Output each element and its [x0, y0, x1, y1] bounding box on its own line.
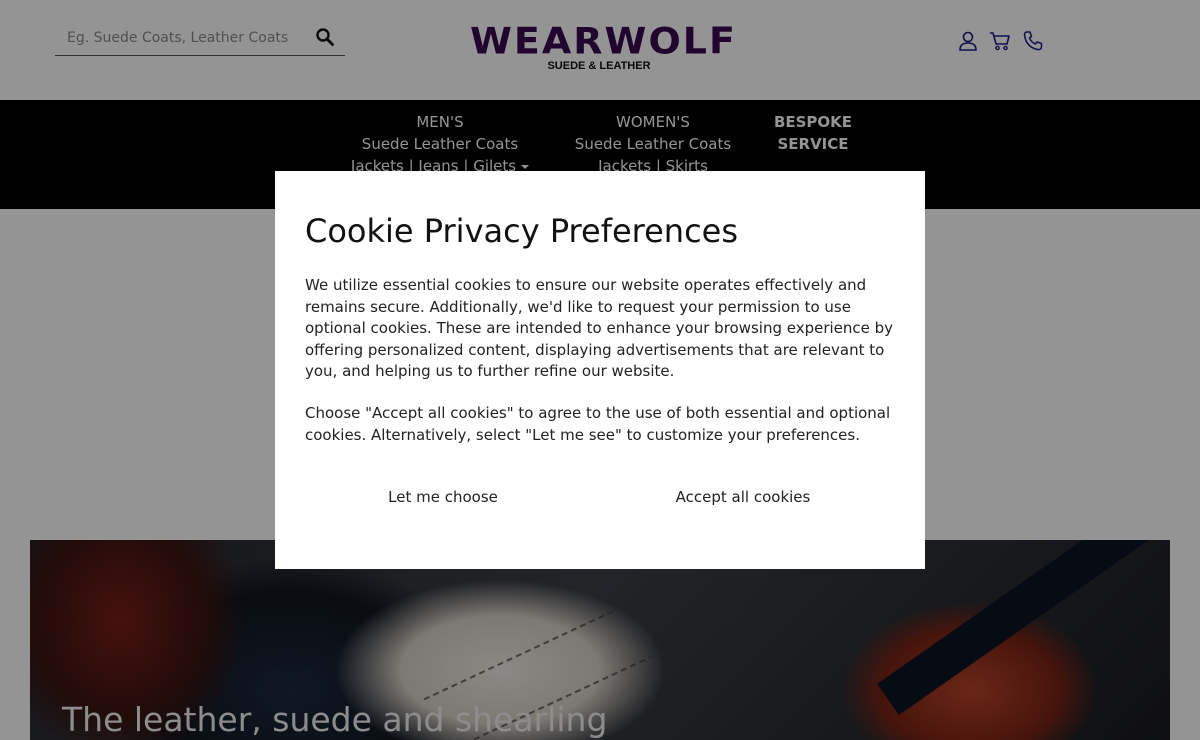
cookie-consent-dialog: Cookie Privacy Preferences We utilize es… [275, 171, 925, 569]
cookie-dialog-title: Cookie Privacy Preferences [305, 212, 739, 250]
let-me-choose-button[interactable]: Let me choose [373, 485, 513, 509]
cookie-dialog-text: We utilize essential cookies to ensure o… [305, 276, 894, 381]
accept-all-cookies-button[interactable]: Accept all cookies [668, 485, 818, 509]
cookie-dialog-text-secondary: Choose "Accept all cookies" to agree to … [305, 404, 891, 444]
